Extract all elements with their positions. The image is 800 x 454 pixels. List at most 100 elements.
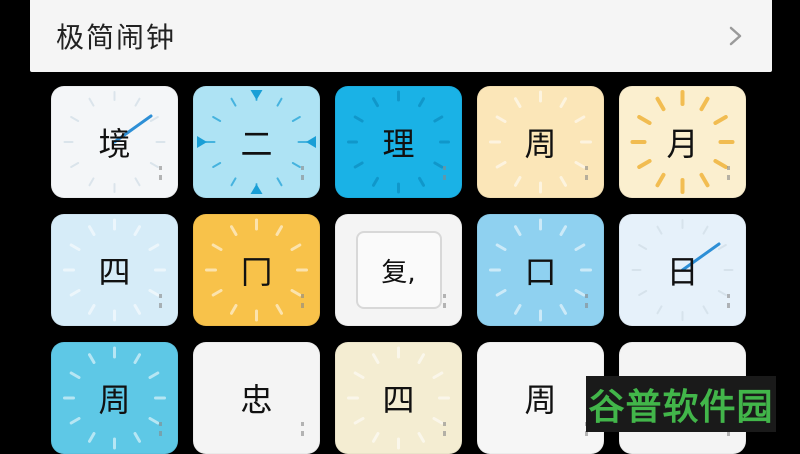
clock-tick — [148, 243, 160, 251]
chevron-right-icon[interactable] — [724, 25, 746, 47]
clock-tick — [574, 115, 586, 123]
clock-marker — [250, 184, 263, 194]
clock-tick — [134, 177, 141, 187]
clock-tick — [559, 304, 567, 315]
clock-tick — [418, 97, 425, 108]
clock-tick — [353, 115, 364, 123]
clock-tick — [148, 289, 160, 297]
clock-tick — [655, 172, 666, 188]
clock-tick — [88, 353, 96, 364]
clock-style-tile[interactable]: 忠 — [193, 342, 320, 454]
clock-tick — [276, 97, 283, 107]
tile-label: 复, — [355, 231, 442, 309]
more-options-icon[interactable] — [585, 166, 588, 180]
clock-tick — [702, 305, 709, 315]
more-options-icon[interactable] — [727, 294, 730, 308]
tile-label: 境 — [98, 125, 131, 163]
clock-style-tile[interactable]: 月 — [619, 86, 746, 198]
clock-tick — [88, 225, 96, 236]
tile-label: 四 — [98, 253, 131, 291]
clock-tick — [88, 97, 95, 107]
clock-style-tile[interactable]: 境 — [51, 86, 178, 198]
more-options-icon[interactable] — [159, 294, 162, 308]
clock-tick — [432, 417, 444, 425]
clock-tick — [495, 115, 507, 123]
clock-tick — [291, 116, 301, 122]
tile-label: 四 — [382, 381, 415, 419]
clock-tick — [432, 371, 444, 379]
tile-label: 周 — [524, 125, 557, 163]
clock-tick — [291, 162, 301, 168]
clock-tick — [713, 159, 728, 169]
clock-tick — [134, 97, 141, 107]
clock-tick — [514, 304, 522, 315]
clock-tick — [290, 289, 302, 297]
clock-tick — [275, 225, 283, 236]
clock-tick — [149, 162, 159, 168]
more-options-icon[interactable] — [301, 422, 304, 436]
clock-tick — [655, 96, 666, 112]
clock-tick — [149, 116, 159, 122]
clock-tick — [372, 176, 379, 187]
clock-style-tile[interactable]: 复, — [335, 214, 462, 326]
clock-tick — [637, 115, 652, 125]
watermark: 谷普软件园 — [586, 376, 776, 432]
more-options-icon[interactable] — [727, 166, 730, 180]
more-options-icon[interactable] — [443, 422, 446, 436]
app-header[interactable]: 极简闹钟 — [30, 0, 772, 72]
clock-tick — [230, 97, 237, 107]
watermark-text: 谷普软件园 — [588, 387, 774, 428]
clock-tick — [417, 432, 425, 443]
clock-style-tile[interactable]: 口 — [477, 214, 604, 326]
clock-style-tile[interactable]: 周 — [51, 342, 178, 454]
clock-tick — [559, 225, 567, 236]
clock-style-tile[interactable]: 理 — [335, 86, 462, 198]
clock-style-tile[interactable]: 周 — [477, 86, 604, 198]
clock-tick — [372, 353, 380, 364]
clock-tick — [656, 305, 663, 315]
clock-tick — [637, 159, 652, 169]
more-options-icon[interactable] — [443, 294, 446, 308]
clock-tick — [88, 177, 95, 187]
clock-tick — [133, 353, 141, 364]
clock-tick — [638, 244, 648, 250]
more-options-icon[interactable] — [301, 166, 304, 180]
clock-tick — [559, 97, 567, 108]
clock-tick — [699, 172, 710, 188]
clock-tick — [433, 161, 444, 169]
clock-tick — [717, 290, 727, 296]
more-options-icon[interactable] — [159, 166, 162, 180]
clock-tick — [417, 353, 425, 364]
more-options-icon[interactable] — [443, 166, 446, 180]
clock-style-tile[interactable]: 四 — [51, 214, 178, 326]
more-options-icon[interactable] — [585, 294, 588, 308]
clock-tick — [353, 371, 365, 379]
clock-tick — [290, 243, 302, 251]
clock-tick — [418, 176, 425, 187]
clock-tick — [133, 432, 141, 443]
clock-tick — [433, 115, 444, 123]
clock-tick — [275, 304, 283, 315]
more-options-icon[interactable] — [301, 294, 304, 308]
more-options-icon[interactable] — [159, 422, 162, 436]
clock-tick — [133, 225, 141, 236]
clock-tick — [88, 432, 96, 443]
clock-tick — [276, 177, 283, 187]
clock-tick — [211, 243, 223, 251]
tile-label: 忠 — [240, 381, 273, 419]
clock-tick — [638, 290, 648, 296]
clock-style-tile[interactable]: 日 — [619, 214, 746, 326]
clock-tick — [70, 116, 80, 122]
clock-style-tile[interactable]: 冂 — [193, 214, 320, 326]
tile-label: 理 — [382, 125, 415, 163]
clock-tick — [133, 304, 141, 315]
clock-style-tile[interactable]: 四 — [335, 342, 462, 454]
clock-tick — [574, 289, 586, 297]
clock-style-tile[interactable]: 二 — [193, 86, 320, 198]
clock-tick — [495, 161, 507, 169]
clock-style-tile[interactable]: 周 — [477, 342, 604, 454]
clock-tick — [353, 161, 364, 169]
clock-tick — [559, 176, 567, 187]
clock-tick — [514, 97, 522, 108]
tile-label: 周 — [524, 381, 557, 419]
